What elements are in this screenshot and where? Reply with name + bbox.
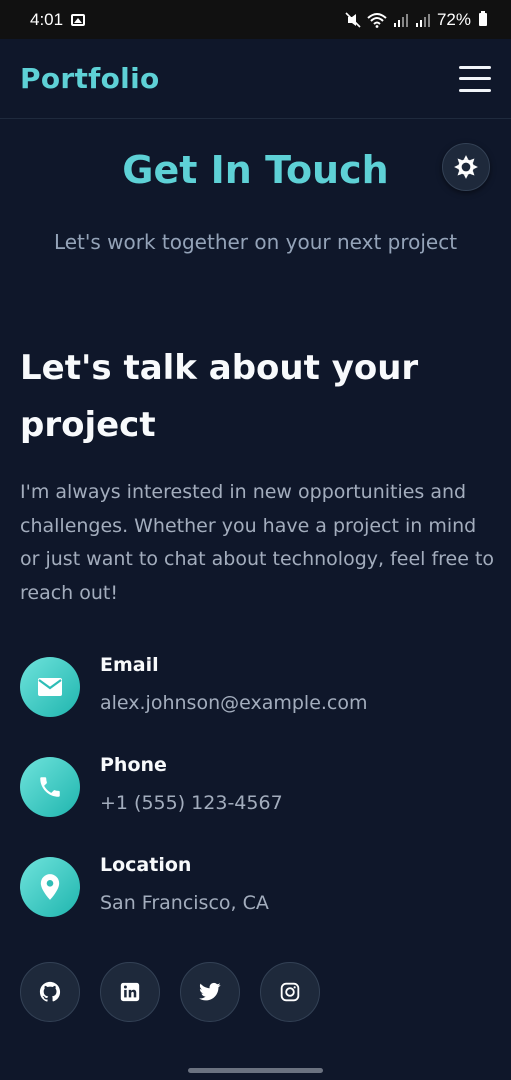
contact-value[interactable]: +1 (555) 123-4567 bbox=[100, 792, 283, 814]
page-subtitle: Let's work together on your next project bbox=[53, 230, 458, 254]
envelope-icon bbox=[20, 657, 80, 717]
signal-icon-2 bbox=[415, 13, 430, 27]
brand-logo[interactable]: Portfolio bbox=[20, 62, 160, 95]
location-pin-icon bbox=[20, 857, 80, 917]
github-link[interactable] bbox=[20, 962, 80, 1022]
section-heading: Let's talk about your project bbox=[20, 348, 419, 445]
twitter-icon bbox=[199, 982, 221, 1001]
linkedin-link[interactable] bbox=[100, 962, 160, 1022]
page-title: Get In Touch bbox=[122, 148, 389, 192]
status-bar-right: 72% bbox=[345, 10, 487, 30]
intro-paragraph: I'm always interested in new opportuniti… bbox=[20, 481, 495, 604]
status-bar-left: 4:01 bbox=[30, 9, 86, 30]
home-indicator[interactable] bbox=[188, 1068, 323, 1073]
hamburger-menu-icon[interactable] bbox=[459, 65, 491, 92]
instagram-icon bbox=[280, 982, 300, 1002]
battery-icon bbox=[479, 11, 487, 26]
mute-icon bbox=[345, 11, 361, 28]
contact-value: San Francisco, CA bbox=[100, 892, 269, 914]
wifi-icon bbox=[367, 12, 387, 28]
contact-label: Location bbox=[100, 854, 192, 876]
twitter-link[interactable] bbox=[180, 962, 240, 1022]
contact-email[interactable]: Email alex.johnson@example.com bbox=[20, 654, 480, 717]
contact-phone[interactable]: Phone +1 (555) 123-4567 bbox=[20, 754, 480, 817]
contact-location[interactable]: Location San Francisco, CA bbox=[20, 854, 480, 917]
status-bar: 4:01 72% bbox=[0, 0, 511, 39]
social-links bbox=[20, 962, 320, 1022]
gallery-icon bbox=[71, 13, 86, 26]
linkedin-icon bbox=[120, 982, 140, 1002]
navbar: Portfolio bbox=[0, 39, 511, 119]
contact-value[interactable]: alex.johnson@example.com bbox=[100, 692, 368, 714]
instagram-link[interactable] bbox=[260, 962, 320, 1022]
clock: 4:01 bbox=[30, 9, 64, 29]
contact-label: Phone bbox=[100, 754, 167, 776]
contact-label: Email bbox=[100, 654, 159, 676]
phone-icon bbox=[20, 757, 80, 817]
battery-level: 72% bbox=[436, 9, 471, 29]
github-icon bbox=[39, 981, 61, 1002]
signal-icon bbox=[393, 13, 408, 27]
